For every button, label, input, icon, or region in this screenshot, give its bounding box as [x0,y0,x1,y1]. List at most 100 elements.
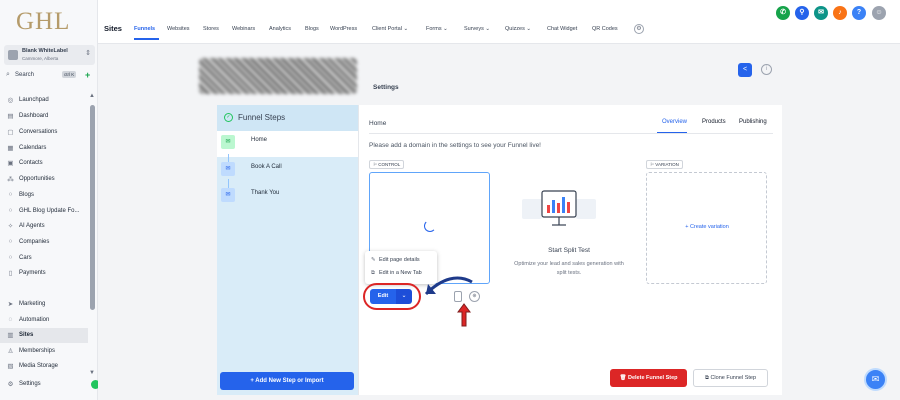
funnel-step-thank-you[interactable]: ✉ Thank You [217,184,358,210]
sidebar: GHL Blank WhiteLabel Cammore, Alberta ⇕ … [0,0,100,400]
tab-funnels[interactable]: Funnels [134,26,155,32]
marketing-icon: ➤ [7,301,14,308]
edit-button[interactable]: Edit [370,289,396,304]
tab-surveys[interactable]: Surveys ⌄ [464,26,490,32]
account-name: Blank WhiteLabel [22,48,68,54]
tab-stores[interactable]: Stores [203,26,219,32]
chevron-updown-icon: ⇕ [85,50,91,57]
sidebar-item-ghl-blog[interactable]: ○ GHL Blog Update Fo... [0,204,88,219]
payments-icon: ▯ [8,270,13,277]
loading-spinner-icon [424,220,436,232]
active-tab-indicator [134,38,159,40]
info-icon[interactable]: i [761,64,772,75]
opportunities-icon: ⁂ [7,176,14,183]
sidebar-item-companies[interactable]: ○ Companies [0,235,88,250]
split-test-illustration [522,190,596,226]
tab-chat-widget[interactable]: Chat Widget [547,26,577,32]
scroll-up-icon[interactable]: ▲ [89,93,95,99]
search-shortcut: ctrl K [62,71,77,78]
rocket-icon: ◎ [7,97,14,104]
contacts-icon: ▣ [7,160,14,167]
sidebar-item-marketing[interactable]: ➤ Marketing [0,297,88,312]
funnel-steps-panel: ✓ Funnel Steps ✉ Home ✉ Book A Call ✉ Th… [217,105,358,395]
control-label: ⚐ CONTROL [369,160,405,169]
clone-funnel-step-button[interactable]: ⧉ Clone Funnel Step [693,369,768,387]
tab-wordpress[interactable]: WordPress [330,26,357,32]
support-chat-icon[interactable]: ✉ [864,368,887,391]
tab-analytics[interactable]: Analytics [269,26,291,32]
annotation-arrows [424,276,473,327]
sidebar-item-sites[interactable]: ▥ Sites [0,328,88,343]
app-logo[interactable]: GHL [16,8,70,36]
memberships-icon: ♙ [7,348,14,355]
phone-icon[interactable]: ✆ [776,6,790,20]
check-circle-icon: ✓ [224,113,233,122]
sites-icon: ▥ [7,332,14,339]
chevron-down-icon[interactable]: ⌄ [396,289,412,304]
automation-icon: ◌ [8,316,13,323]
sidebar-item-cars[interactable]: ○ Cars [0,251,88,266]
funnel-title-redacted [199,58,357,94]
add-new-step-button[interactable]: + Add New Step or Import [220,372,354,390]
scroll-down-icon[interactable]: ▼ [89,370,95,376]
delete-funnel-step-button[interactable]: 🗑 Delete Funnel Step [610,369,687,387]
tab-client-portal[interactable]: Client Portal ⌄ [372,26,408,32]
tab-overview[interactable]: Overview [662,119,687,125]
search-icon: ⌕ [6,71,10,78]
sidebar-search[interactable]: ⌕ Search ctrl K [4,69,84,83]
tab-settings[interactable]: Settings [373,84,399,91]
ai-icon: ✧ [7,223,14,230]
sidebar-item-memberships[interactable]: ♙ Memberships [0,344,88,359]
divider [369,133,773,134]
page-icon: ✉ [221,188,235,202]
create-variation-link[interactable]: + Create variation [667,224,747,230]
tab-qr-codes[interactable]: QR Codes [592,26,618,32]
car-icon: ○ [8,254,13,261]
menu-edit-new-tab[interactable]: ⧉ Edit in a New Tab [371,270,422,277]
tabs-settings-icon[interactable]: ⚙ [634,24,644,34]
bell-icon[interactable]: ♪ [833,6,847,20]
sidebar-item-contacts[interactable]: ▣ Contacts [0,156,88,171]
domain-notice: Please add a domain in the settings to s… [369,142,541,149]
tab-publishing[interactable]: Publishing [739,119,767,125]
external-link-icon: ⧉ [371,270,375,276]
variation-slot[interactable]: + Create variation [646,172,767,284]
avatar[interactable]: ☺ [872,6,886,20]
help-icon[interactable]: ? [852,6,866,20]
share-icon[interactable]: < [738,63,752,77]
gear-icon: ⚙ [7,381,14,388]
chat-icon: ▢ [7,129,14,136]
calendar-icon: ▦ [7,145,14,152]
sidebar-scrollbar[interactable] [90,105,95,310]
page-icon: ✉ [221,135,235,149]
tab-websites[interactable]: Websites [167,26,190,32]
quick-add-icon[interactable]: + [85,70,90,80]
account-switcher[interactable]: Blank WhiteLabel Cammore, Alberta ⇕ [4,45,95,65]
sidebar-item-dashboard[interactable]: ▤ Dashboard [0,109,88,124]
sidebar-item-opportunities[interactable]: ⁂ Opportunities [0,172,88,187]
sidebar-item-media-storage[interactable]: ▧ Media Storage [0,359,88,374]
blog-icon: ○ [8,207,13,214]
sidebar-item-blogs[interactable]: ○ Blogs [0,188,88,203]
sidebar-item-calendars[interactable]: ▦ Calendars [0,141,88,156]
funnel-step-book-a-call[interactable]: ✉ Book A Call [217,158,358,184]
sidebar-item-automation[interactable]: ◌ Automation [0,313,88,328]
tab-products[interactable]: Products [702,119,726,125]
funnel-step-home[interactable]: ✉ Home [217,131,358,157]
tab-forms[interactable]: Forms ⌄ [426,26,448,32]
funnel-steps-title: Funnel Steps [238,113,286,122]
dashboard-icon: ▤ [7,113,14,120]
sidebar-item-payments[interactable]: ▯ Payments [0,266,88,281]
sidebar-item-settings[interactable]: ⚙ Settings [0,377,88,392]
megaphone-icon[interactable]: ✉ [814,6,828,20]
link-icon[interactable]: ⚲ [795,6,809,20]
tab-blogs[interactable]: Blogs [305,26,319,32]
account-icon [8,50,18,60]
sidebar-item-launchpad[interactable]: ◎ Launchpad [0,93,88,108]
tab-webinars[interactable]: Webinars [232,26,255,32]
split-test-title: Start Split Test [548,247,590,254]
tab-quizzes[interactable]: Quizzes ⌄ [505,26,531,32]
sidebar-item-conversations[interactable]: ▢ Conversations [0,125,88,140]
menu-edit-page-details[interactable]: ✎ Edit page details [371,257,420,263]
sidebar-item-ai-agents[interactable]: ✧ AI Agents [0,219,88,234]
